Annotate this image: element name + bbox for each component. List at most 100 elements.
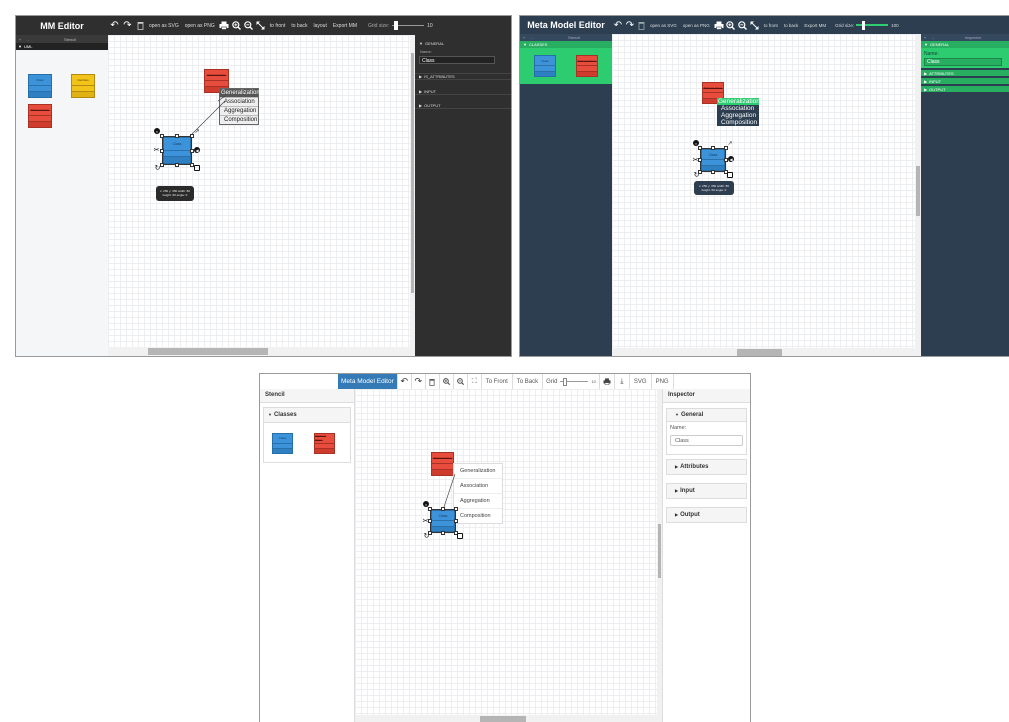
inspector-input-section[interactable]: ▶ INPUT [415,88,511,95]
inspector-general-section[interactable]: ▼ GENERAL [415,40,511,46]
stencil-class-shape[interactable]: Class [534,55,556,77]
inspector-output-section[interactable]: ▶ OUTPUT [921,86,1009,92]
stencil-abstract-label: Abstract Class [315,434,327,443]
inspector-general-section[interactable]: ▼ GENERAL [921,41,1009,48]
trash-icon[interactable] [134,21,146,30]
stencil-abstract-shape[interactable]: Abstract Class [28,104,52,128]
inspector-attributes-section[interactable]: ▶ ATTRIBUTES [921,70,1009,76]
zoom-in-icon[interactable] [438,374,453,389]
paper-canvas[interactable]: Abstract Class Generalization Associatio… [355,389,657,715]
stencil-interface-shape[interactable]: Interface [71,74,95,98]
open-png-button[interactable]: open as PNG [182,23,218,29]
zoom-in-icon[interactable] [725,20,737,30]
inspector-attributes-section[interactable]: ▶ IS_ATTRIBUTES [415,73,511,80]
grid-size-slider[interactable] [560,377,589,387]
name-input[interactable]: Class [924,58,1002,66]
name-input[interactable]: Class [670,435,743,446]
fork-handle-icon[interactable]: ◀ [728,156,734,162]
stencil-collapse-icon[interactable]: - [24,37,32,42]
rotate-handle-icon[interactable]: ↻ [693,171,700,179]
menu-item-generalization[interactable]: Generalization [717,98,760,105]
print-icon[interactable] [713,21,725,30]
resize-handle-icon[interactable] [194,165,200,171]
rotate-handle-icon[interactable]: ↻ [154,164,161,172]
inspector-collapse-icon[interactable]: - [929,35,937,40]
stencil-search-icon[interactable]: + [520,35,528,40]
export-svg-button[interactable]: SVG [628,374,651,389]
open-svg-button[interactable]: open as SVG [647,23,680,28]
clone-handle-icon[interactable]: ✂ [692,156,699,164]
undo-icon[interactable]: ↶ [396,374,411,389]
undo-icon[interactable]: ↶ [612,20,624,31]
clone-handle-icon[interactable]: ✂ [153,146,160,154]
inspector-input-section[interactable]: ▶ INPUT [921,78,1009,84]
stencil-class-shape[interactable]: Class [272,433,293,454]
menu-item-composition[interactable]: Composition [717,119,759,126]
to-front-button[interactable]: to front [761,23,781,28]
to-front-button[interactable]: to front [267,23,289,29]
resize-handle-icon[interactable] [727,172,733,178]
link-type-menu: Generalization Association Aggregation C… [717,98,760,126]
zoom-out-icon[interactable] [737,20,749,30]
rotate-handle-icon[interactable]: ↻ [423,532,430,540]
inspector-attributes-section[interactable]: ▶ Attributes [666,459,747,475]
inspector-search-icon[interactable]: + [921,35,929,40]
export-png-button[interactable]: PNG [650,374,674,389]
clone-handle-icon[interactable]: ✂ [422,517,429,525]
grid-size-slider[interactable] [392,21,425,31]
redo-icon[interactable]: ↷ [624,20,636,31]
to-back-button[interactable]: to back [781,23,802,28]
undo-icon[interactable]: ↶ [108,20,121,31]
grid-size-slider[interactable] [856,20,889,30]
canvas-horizontal-scrollbar[interactable] [355,715,662,722]
menu-item-aggregation[interactable]: Aggregation [717,112,759,119]
inspector-general-section[interactable]: ▼ General [667,409,746,422]
menu-item-association[interactable]: Association [717,105,759,112]
to-front-button[interactable]: To Front [480,374,512,389]
stencil-group-classes[interactable]: ▼ CLASSES [520,41,612,48]
resize-handle-icon[interactable] [457,533,463,539]
link-handle-icon[interactable]: ↗ [194,128,200,135]
stencil-group-uml[interactable]: ▼ UML [16,43,108,50]
fork-handle-icon[interactable]: ◀ [194,147,200,153]
canvas-horizontal-scrollbar[interactable] [612,348,921,356]
trash-icon[interactable] [424,374,439,389]
fit-icon[interactable]: ⛶ [466,374,481,389]
zoom-in-icon[interactable] [231,21,243,30]
link-handle-icon[interactable]: ↗ [727,140,733,147]
stencil-class-shape[interactable]: Class [28,74,52,98]
paper-canvas[interactable]: Abstract Class Generalization Associatio… [108,35,410,347]
export-button[interactable]: Export MM [330,23,360,29]
stencil-abstract-shape[interactable]: Abstract Class [576,55,598,77]
print-icon[interactable] [598,374,614,389]
fit-icon[interactable] [255,21,267,30]
zoom-out-icon[interactable] [452,374,467,389]
stencil-collapse-icon[interactable]: - [528,35,536,40]
open-png-button[interactable]: open as PNG [680,23,713,28]
remove-handle-icon[interactable]: × [154,128,160,134]
download-icon[interactable]: ⤓ [613,374,629,389]
stencil-abstract-shape[interactable]: Abstract Class [314,433,335,454]
redo-icon[interactable]: ↷ [410,374,425,389]
inspector-input-section[interactable]: ▶ Input [666,483,747,499]
to-back-button[interactable]: To Back [511,374,542,389]
open-svg-button[interactable]: open as SVG [146,23,182,29]
stencil-search-icon[interactable]: + [16,37,24,42]
export-button[interactable]: Export MM [801,23,829,28]
paper-canvas[interactable]: Abstract Class Generalization Associatio… [612,34,915,348]
caret-down-icon: ▼ [523,42,527,47]
print-icon[interactable] [218,21,231,30]
inspector-output-section[interactable]: ▶ Output [666,507,747,523]
trash-icon[interactable] [636,21,647,30]
remove-handle-icon[interactable]: × [693,140,699,146]
stencil-group-classes[interactable]: ▼ Classes [264,408,350,423]
remove-handle-icon[interactable]: × [423,501,429,507]
redo-icon[interactable]: ↷ [121,20,134,31]
inspector-output-section[interactable]: ▶ OUTPUT [415,102,511,109]
fit-icon[interactable] [749,21,761,30]
canvas-horizontal-scrollbar[interactable] [108,347,415,356]
layout-button[interactable]: layout [310,23,329,29]
name-input[interactable]: Class [419,56,495,64]
zoom-out-icon[interactable] [243,21,255,30]
to-back-button[interactable]: to back [288,23,310,29]
